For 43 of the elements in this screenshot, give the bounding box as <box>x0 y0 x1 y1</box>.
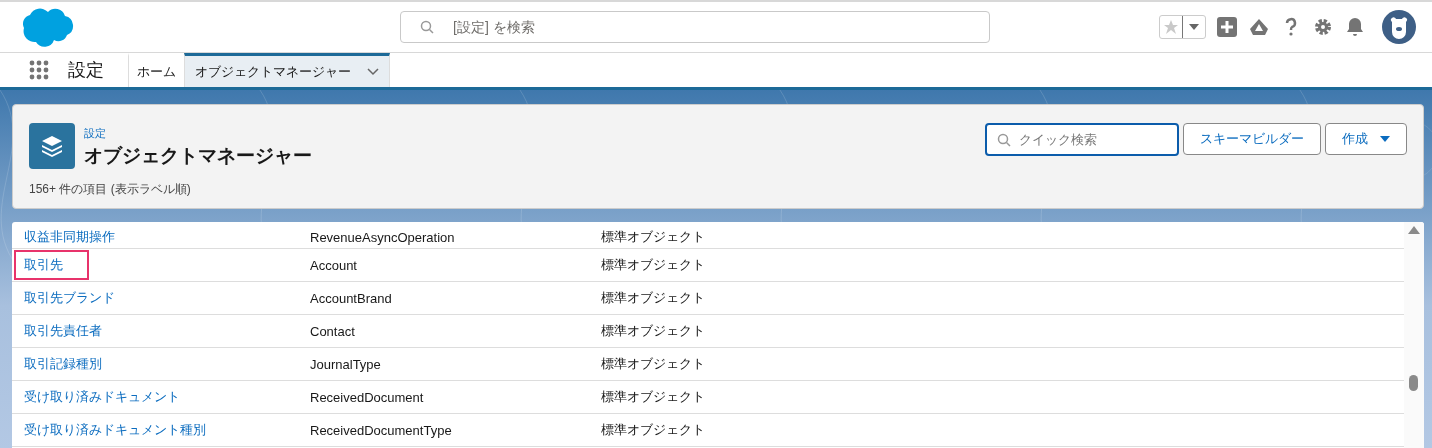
table-cell-text: 標準オブジェクト <box>601 355 706 373</box>
item-count: 156+ 件の項目 (表示ラベル順) <box>29 181 192 198</box>
table-cell-text: AccountBrand <box>310 289 393 308</box>
table-cell-text: 標準オブジェクト <box>601 228 706 246</box>
object-link[interactable]: 受け取り済みドキュメント <box>14 382 206 412</box>
settings-icon[interactable] <box>1312 16 1334 38</box>
object-link[interactable]: 収益非同期操作 <box>14 222 141 252</box>
table-cell-text: ReceivedDocumentType <box>310 421 453 440</box>
quick-search-field[interactable]: クイック検索 <box>985 123 1179 156</box>
table-cell-text: 標準オブジェクト <box>601 421 706 439</box>
table-cell-text: Account <box>310 256 358 275</box>
object-link[interactable]: 取引先ブランド <box>14 283 141 313</box>
schema-builder-button[interactable]: スキーマビルダー <box>1183 123 1321 155</box>
table-cell-text: 標準オブジェクト <box>601 256 706 274</box>
search-icon <box>420 20 434 34</box>
object-link[interactable]: 取引先責任者 <box>14 316 128 346</box>
nav-tab[interactable]: オブジェクトマネージャー <box>184 53 390 87</box>
layers-icon <box>29 123 75 169</box>
table-cell-text: 標準オブジェクト <box>601 388 706 406</box>
breadcrumb-link[interactable]: 設定 <box>84 126 312 141</box>
caret-icon[interactable] <box>1380 136 1390 142</box>
table-cell-text: ReceivedDocument <box>310 388 425 407</box>
app-launcher-icon[interactable] <box>28 59 50 81</box>
scrollbar[interactable] <box>1404 222 1424 448</box>
table-cell-text: RevenueAsyncOperation <box>310 228 456 247</box>
page-title: オブジェクトマネージャー <box>84 144 312 168</box>
plus-icon[interactable] <box>1216 16 1238 38</box>
app-name: 設定 <box>68 59 104 82</box>
table-cell-text: 標準オブジェクト <box>601 289 706 307</box>
table-cell-text: JournalType <box>310 355 382 374</box>
scroll-up-icon[interactable] <box>1408 226 1420 234</box>
table-cell-text: Contact <box>310 322 356 341</box>
object-link[interactable]: 取引先 <box>14 250 89 280</box>
avatar-icon[interactable] <box>1382 10 1416 44</box>
chevron-icon[interactable] <box>367 67 379 76</box>
create-button[interactable]: 作成 <box>1325 123 1407 155</box>
bell-icon[interactable] <box>1344 16 1366 38</box>
object-link[interactable]: 受け取り済みドキュメント種別 <box>14 415 232 445</box>
search-field[interactable]: [設定] を検索 <box>400 11 990 43</box>
object-link[interactable]: 取引記録種別 <box>14 349 128 379</box>
table-cell-text: 標準オブジェクト <box>601 322 706 340</box>
search-icon <box>997 133 1011 147</box>
scroll-thumb[interactable] <box>1409 375 1418 391</box>
